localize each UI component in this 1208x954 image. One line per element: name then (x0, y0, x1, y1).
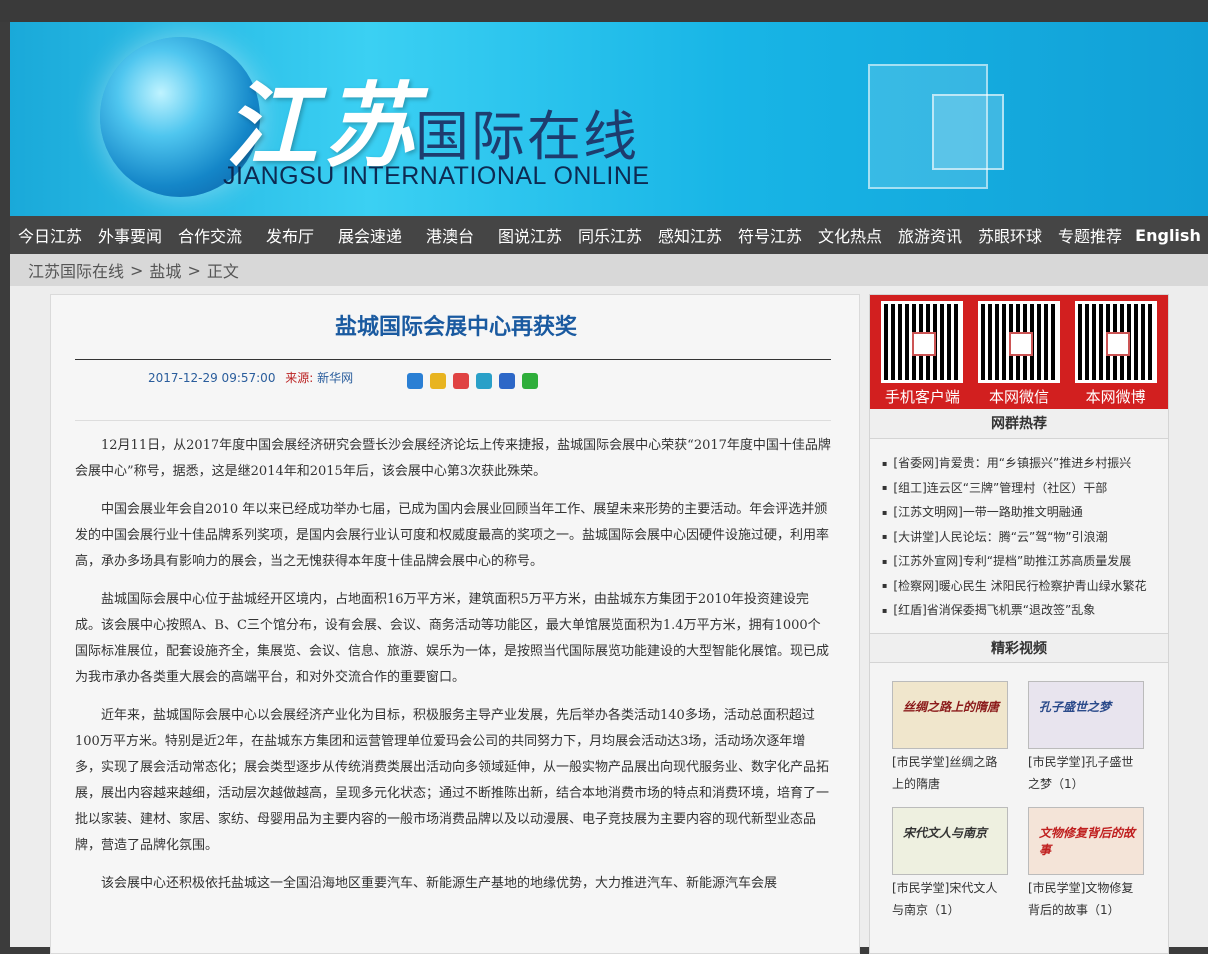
video-thumbnail[interactable]: 宋代文人与南京 (892, 806, 1008, 875)
nav-item-5[interactable]: 港澳台 (410, 223, 490, 247)
nav-item-14[interactable]: English (1130, 226, 1206, 245)
hot-item[interactable]: [组工]连云区“三牌”管理村（社区）干部 (882, 476, 1160, 501)
page-body: 盐城国际会展中心再获奖 2017-12-29 09:57:00 来源: 新华网 … (10, 286, 1208, 954)
video-card[interactable]: 文物修复背后的故事 [市民学堂]文物修复背后的故事（1） (1028, 806, 1164, 921)
qr-code-icon (1074, 301, 1157, 383)
article-title: 盐城国际会展中心再获奖 (334, 315, 577, 340)
paragraph: 近年来，盐城国际会展中心以会展经济产业化为目标，积极服务主导产业发展，先后举办各… (75, 708, 830, 853)
nav-item-7[interactable]: 同乐江苏 (570, 223, 650, 247)
thumb-title: 宋代文人与南京 (903, 825, 988, 840)
article-body: 12月11日，从2017年度中国会展经济研究会暨长沙会展经济论坛上传来捷报，盐城… (75, 433, 831, 909)
qr-label: 本网微信 (988, 388, 1049, 406)
main-nav: 今日江苏 外事要闻 合作交流 发布厅 展会速递 港澳台 图说江苏 同乐江苏 感知江苏 符号江苏 文化… (10, 216, 1208, 254)
share-wechat-icon[interactable] (522, 373, 538, 389)
meta-divider (75, 420, 831, 421)
share-qzone-icon[interactable] (430, 373, 446, 389)
paragraph: 12月11日，从2017年度中国会展经济研究会暨长沙会展经济论坛上传来捷报，盐城… (75, 438, 831, 479)
video-caption[interactable]: [市民学堂]宋代文人与南京（1） (892, 877, 1008, 921)
qr-code-icon (977, 301, 1060, 383)
video-grid: 丝绸之路上的隋唐 [市民学堂]丝绸之路上的隋唐 孔子盛世之梦 [市民学堂]孔子盛… (870, 663, 1168, 921)
video-caption[interactable]: [市民学堂]文物修复背后的故事（1） (1028, 877, 1144, 921)
qr-app[interactable]: 手机客户端 (881, 301, 964, 409)
nav-item-11[interactable]: 旅游资讯 (890, 223, 970, 247)
breadcrumb-section[interactable]: 盐城 (149, 258, 181, 282)
video-caption[interactable]: [市民学堂]孔子盛世之梦（1） (1028, 751, 1144, 795)
nav-item-4[interactable]: 展会速递 (330, 223, 410, 247)
qr-panel: 手机客户端 本网微信 本网微博 (870, 295, 1168, 409)
video-heading: 精彩视频 (870, 632, 1168, 663)
hot-list: [省委网]肯爱贵：用“乡镇振兴”推进乡村振兴 [组工]连云区“三牌”管理村（社区… (870, 439, 1168, 633)
nav-item-3[interactable]: 发布厅 (250, 223, 330, 247)
breadcrumb-sep: > (187, 260, 201, 280)
hot-item[interactable]: [大讲堂]人民论坛：腾“云”驾“物”引浪潮 (882, 525, 1160, 550)
hot-item[interactable]: [江苏外宣网]专利“提档”助推江苏高质量发展 (882, 549, 1160, 574)
thumb-title: 文物修复背后的故事 (1039, 825, 1136, 857)
hot-item[interactable]: [省委网]肯爱贵：用“乡镇振兴”推进乡村振兴 (882, 451, 1160, 476)
site-banner: 江苏 国际在线 JIANGSU INTERNATIONAL ONLINE (10, 22, 1208, 216)
nav-item-1[interactable]: 外事要闻 (90, 223, 170, 247)
share-more-icon[interactable] (407, 373, 423, 389)
nav-item-10[interactable]: 文化热点 (810, 223, 890, 247)
paragraph: 中国会展业年会自2010 年以来已经成功举办七届，已成为国内会展业回顾当年工作、… (75, 502, 830, 569)
breadcrumb-sep: > (130, 260, 144, 280)
share-weibo-icon[interactable] (453, 373, 469, 389)
hot-heading: 网群热荐 (870, 409, 1168, 439)
top-bar (0, 0, 1208, 22)
paragraph: 盐城国际会展中心位于盐城经开区境内，占地面积16万平方米，建筑面积5万平方米，由… (75, 592, 830, 685)
video-thumbnail[interactable]: 孔子盛世之梦 (1028, 680, 1144, 749)
video-card[interactable]: 丝绸之路上的隋唐 [市民学堂]丝绸之路上的隋唐 (892, 680, 1028, 795)
qr-code-icon (881, 301, 964, 383)
logo-title[interactable]: 国际在线 (415, 92, 639, 171)
decor-square-small (932, 94, 1004, 170)
source-name[interactable]: 新华网 (317, 371, 353, 385)
nav-item-0[interactable]: 今日江苏 (10, 223, 90, 247)
video-card[interactable]: 孔子盛世之梦 [市民学堂]孔子盛世之梦（1） (1028, 680, 1164, 795)
qr-label: 本网微博 (1085, 388, 1146, 406)
nav-item-12[interactable]: 苏眼环球 (970, 223, 1050, 247)
breadcrumb-current: 正文 (206, 262, 239, 281)
nav-item-9[interactable]: 符号江苏 (730, 223, 810, 247)
qr-label: 手机客户端 (884, 388, 960, 406)
breadcrumb-home[interactable]: 江苏国际在线 (28, 258, 124, 282)
video-thumbnail[interactable]: 丝绸之路上的隋唐 (892, 680, 1008, 749)
article: 盐城国际会展中心再获奖 2017-12-29 09:57:00 来源: 新华网 … (50, 294, 860, 954)
nav-item-13[interactable]: 专题推荐 (1050, 223, 1130, 247)
paragraph: 该会展中心还积极依托盐城这一全国沿海地区重要汽车、新能源生产基地的地缘优势，大力… (101, 876, 778, 891)
sidebar: 手机客户端 本网微信 本网微博 网群热荐 [省委网]肯爱贵：用“乡镇振兴”推进乡… (869, 294, 1169, 954)
title-divider (75, 359, 831, 360)
hot-item[interactable]: [红盾]省消保委揭飞机票“退改签”乱象 (882, 598, 1160, 623)
logo-english: JIANGSU INTERNATIONAL ONLINE (223, 162, 650, 190)
video-thumbnail[interactable]: 文物修复背后的故事 (1028, 806, 1144, 875)
nav-item-8[interactable]: 感知江苏 (650, 223, 730, 247)
qr-weibo[interactable]: 本网微博 (1074, 301, 1157, 409)
breadcrumb: 江苏国际在线 > 盐城 > 正文 (10, 254, 1208, 286)
hot-item[interactable]: [检察网]暖心民生 沭阳民行检察护青山绿水繁花 (882, 574, 1160, 599)
thumb-title: 孔子盛世之梦 (1039, 699, 1112, 714)
qr-wechat[interactable]: 本网微信 (977, 301, 1060, 409)
nav-item-2[interactable]: 合作交流 (170, 223, 250, 247)
source-label: 来源: (285, 371, 314, 385)
share-renren-icon[interactable] (499, 373, 515, 389)
share-buttons (407, 373, 538, 389)
video-caption[interactable]: [市民学堂]丝绸之路上的隋唐 (892, 751, 1008, 795)
video-card[interactable]: 宋代文人与南京 [市民学堂]宋代文人与南京（1） (892, 806, 1028, 921)
thumb-title: 丝绸之路上的隋唐 (903, 699, 1000, 714)
nav-item-6[interactable]: 图说江苏 (490, 223, 570, 247)
hot-item[interactable]: [江苏文明网]一带一路助推文明融通 (882, 500, 1160, 525)
article-meta: 2017-12-29 09:57:00 来源: 新华网 (148, 369, 353, 386)
share-tqq-icon[interactable] (476, 373, 492, 389)
article-datetime: 2017-12-29 09:57:00 (148, 371, 276, 385)
